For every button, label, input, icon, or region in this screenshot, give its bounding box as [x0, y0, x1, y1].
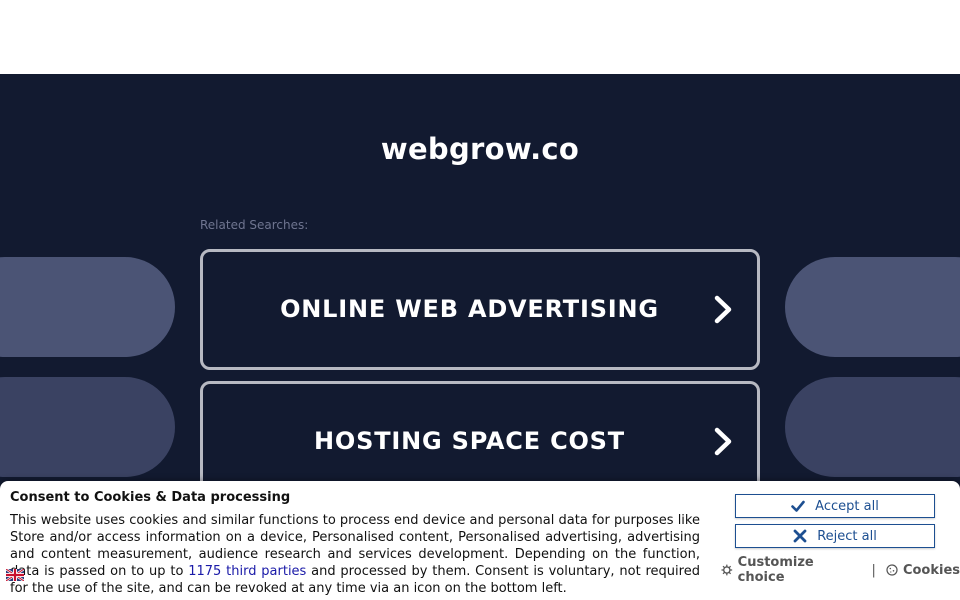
reject-all-label: Reject all — [817, 528, 877, 544]
consent-title: Consent to Cookies & Data processing — [10, 490, 291, 505]
consent-description: This website uses cookies and similar fu… — [10, 512, 700, 597]
cookie-icon — [886, 564, 898, 576]
link-separator: | — [871, 562, 876, 578]
reject-all-button[interactable]: Reject all — [735, 524, 935, 548]
customize-choice-label: Customize choice — [737, 555, 814, 585]
related-searches-label: Related Searches: — [200, 218, 309, 232]
gear-icon — [721, 564, 733, 576]
related-search-label: ONLINE WEB ADVERTISING — [280, 295, 659, 323]
checkmark-icon — [791, 500, 805, 512]
decorative-pill-left-1 — [0, 257, 175, 357]
decorative-pill-right-2 — [785, 377, 960, 477]
close-icon — [793, 529, 807, 543]
accept-all-label: Accept all — [815, 498, 879, 514]
customize-choice-link[interactable]: Customize choice — [721, 555, 862, 585]
chevron-right-icon — [714, 295, 732, 324]
top-blank-bar — [0, 0, 960, 74]
domain-title: webgrow.co — [380, 132, 580, 166]
language-flag-icon[interactable] — [6, 569, 24, 581]
decorative-pill-left-2 — [0, 377, 175, 477]
decorative-pill-right-1 — [785, 257, 960, 357]
consent-secondary-links: Customize choice | Cookies — [721, 555, 960, 585]
cookies-label: Cookies — [902, 562, 960, 578]
accept-all-button[interactable]: Accept all — [735, 494, 935, 518]
chevron-right-icon — [714, 427, 732, 456]
cookies-link[interactable]: Cookies — [886, 563, 960, 578]
related-search-link-online-web-advertising[interactable]: ONLINE WEB ADVERTISING — [200, 249, 760, 370]
third-parties-link[interactable]: 1175 third parties — [188, 564, 306, 579]
